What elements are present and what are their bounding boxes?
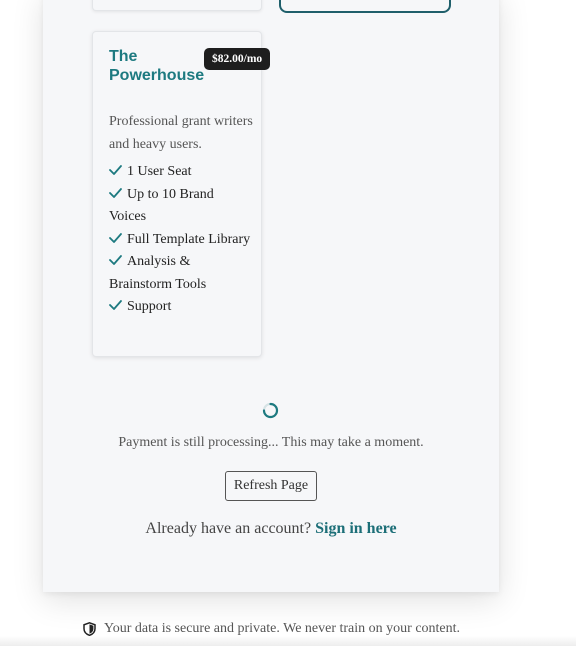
- signin-prompt-row: Already have an account? Sign in here: [43, 519, 499, 539]
- check-icon: [109, 255, 122, 265]
- payment-status-message: Payment is still processing... This may …: [118, 435, 424, 450]
- feature-label: Up to 10 Brand Voices: [109, 186, 214, 225]
- plan-card-previous[interactable]: [92, 0, 262, 11]
- refresh-page-button[interactable]: Refresh Page: [225, 471, 317, 501]
- bottom-fade: [0, 636, 576, 646]
- check-icon: [109, 165, 122, 175]
- plan-title: The Powerhouse: [109, 48, 205, 84]
- spinner-icon: [262, 402, 279, 419]
- feature-label: Support: [127, 299, 172, 314]
- feature-label: Full Template Library: [127, 231, 251, 247]
- feature-label: Analysis & Brainstorm Tools: [109, 254, 207, 292]
- price-badge: $82.00/mo: [204, 48, 271, 70]
- check-icon: [109, 187, 122, 198]
- signin-link[interactable]: Sign in here: [315, 520, 397, 537]
- feature-item: Up to 10 Brand Voices: [109, 184, 254, 229]
- feature-item: 1 User Seat: [109, 161, 254, 184]
- feature-item: Analysis & Brainstorm Tools: [109, 251, 254, 296]
- signin-prompt: Already have an account?: [145, 520, 312, 537]
- feature-list: 1 User Seat Up to 10 Brand Voices Full T…: [109, 161, 254, 319]
- feature-item: Full Template Library: [109, 229, 254, 252]
- feature-label: 1 User Seat: [127, 164, 192, 179]
- plan-card-powerhouse[interactable]: The Powerhouse $82.00/mo Professional gr…: [92, 31, 271, 357]
- check-icon: [109, 232, 122, 243]
- shield-icon: [83, 622, 96, 636]
- check-icon: [109, 300, 122, 310]
- plan-card-selected[interactable]: [279, 0, 451, 13]
- feature-item: Support: [109, 296, 254, 319]
- plan-description: Professional grant writers and heavy use…: [109, 114, 253, 152]
